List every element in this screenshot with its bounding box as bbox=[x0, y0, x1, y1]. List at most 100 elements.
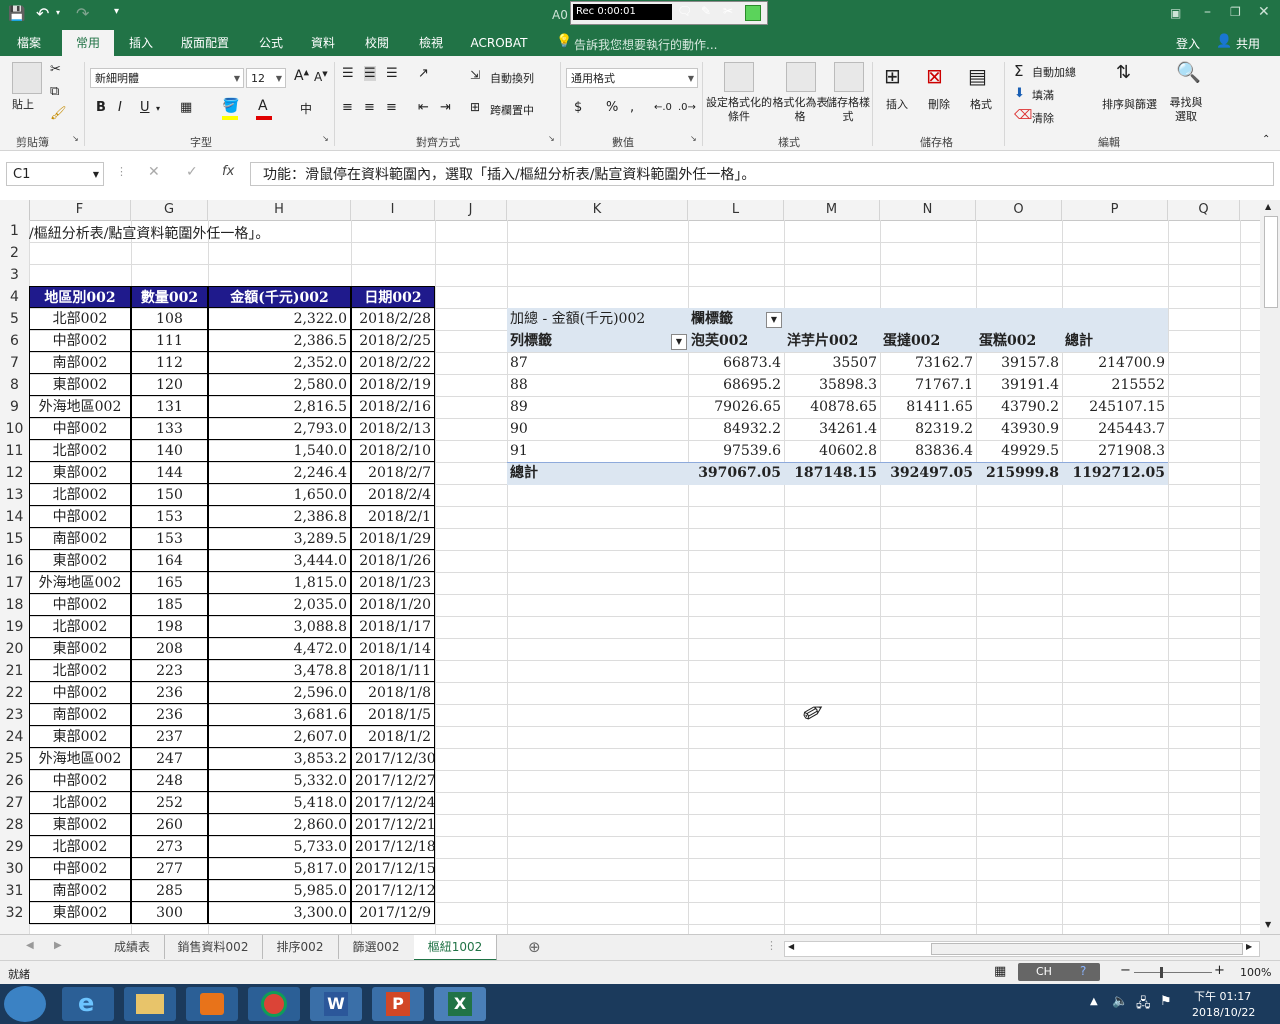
row-header[interactable]: 22 bbox=[0, 682, 29, 704]
customize-toolbar-icon[interactable]: ▾ bbox=[114, 6, 119, 17]
sheet-tab-pivot[interactable]: 樞紐1002 bbox=[414, 935, 497, 961]
word-icon[interactable]: W bbox=[310, 987, 362, 1021]
row-header[interactable]: 26 bbox=[0, 770, 29, 792]
format-table-button[interactable]: 格式化為表格 bbox=[772, 96, 828, 124]
align-left-icon[interactable]: ≡ bbox=[342, 100, 353, 115]
column-header-i[interactable]: I bbox=[351, 200, 435, 220]
column-header-h[interactable]: H bbox=[208, 200, 351, 220]
decrease-indent-icon[interactable]: ⇤ bbox=[418, 100, 429, 115]
align-top-icon[interactable]: ☰ bbox=[342, 66, 354, 81]
tab-acrobat[interactable]: ACROBAT bbox=[466, 30, 532, 56]
increase-indent-icon[interactable]: ⇥ bbox=[440, 100, 451, 115]
minimize-icon[interactable]: – bbox=[1204, 4, 1211, 20]
flag-icon[interactable]: ⚑ bbox=[1160, 994, 1172, 1009]
zoom-in-icon[interactable]: + bbox=[1214, 963, 1225, 978]
restore-icon[interactable]: ❐ bbox=[1230, 5, 1241, 19]
row-header[interactable]: 30 bbox=[0, 858, 29, 880]
next-sheet-icon[interactable]: ▶ bbox=[54, 940, 62, 951]
prev-sheet-icon[interactable]: ◀ bbox=[26, 940, 34, 951]
wrap-text-button[interactable]: 自動換列 bbox=[490, 70, 534, 86]
comment-icon[interactable]: 🗨 bbox=[677, 4, 692, 18]
row-header[interactable]: 7 bbox=[0, 352, 29, 374]
file-explorer-icon[interactable] bbox=[124, 987, 176, 1021]
confirm-entry-icon[interactable]: ✓ bbox=[186, 164, 198, 180]
column-header-f[interactable]: F bbox=[29, 200, 131, 220]
row-header[interactable]: 32 bbox=[0, 902, 29, 924]
zoom-slider-thumb[interactable] bbox=[1160, 967, 1163, 978]
number-launcher-icon[interactable]: ↘ bbox=[690, 134, 697, 143]
close-icon[interactable]: ✕ bbox=[1258, 4, 1270, 20]
undo-dropdown-icon[interactable]: ▾ bbox=[56, 8, 60, 17]
share-button[interactable]: 共用 bbox=[1236, 35, 1260, 52]
scissors-icon[interactable]: ✂ bbox=[723, 4, 733, 18]
tab-file[interactable]: 檔案 bbox=[6, 30, 52, 56]
clear-button[interactable]: 清除 bbox=[1032, 110, 1054, 126]
align-center-icon[interactable]: ≡ bbox=[364, 100, 375, 115]
row-header[interactable]: 20 bbox=[0, 638, 29, 660]
collapse-ribbon-icon[interactable]: ⌃ bbox=[1262, 134, 1270, 145]
column-header-q[interactable]: Q bbox=[1168, 200, 1240, 220]
save-icon[interactable]: 💾 bbox=[8, 6, 25, 22]
fill-color-icon[interactable]: 🪣 bbox=[222, 98, 239, 114]
sheet-tab-sales-data[interactable]: 銷售資料002 bbox=[164, 935, 263, 959]
align-right-icon[interactable]: ≡ bbox=[386, 100, 397, 115]
font-launcher-icon[interactable]: ↘ bbox=[322, 134, 329, 143]
delete-cells-button[interactable]: 刪除 bbox=[928, 96, 950, 112]
column-header-p[interactable]: P bbox=[1062, 200, 1168, 220]
fill-button[interactable]: 填滿 bbox=[1032, 87, 1054, 103]
phonetic-icon[interactable]: 中 bbox=[300, 100, 312, 117]
find-select-button[interactable]: 尋找與選取 bbox=[1168, 96, 1204, 124]
row-header[interactable]: 1 bbox=[0, 220, 29, 242]
row-header[interactable]: 29 bbox=[0, 836, 29, 858]
align-middle-icon[interactable]: ☰ bbox=[364, 66, 376, 81]
normal-view-icon[interactable]: ▦ bbox=[994, 964, 1006, 979]
font-color-icon[interactable]: A bbox=[258, 98, 268, 114]
column-header-o[interactable]: O bbox=[976, 200, 1062, 220]
network-icon[interactable]: 🖧 bbox=[1136, 994, 1151, 1016]
row-header[interactable]: 27 bbox=[0, 792, 29, 814]
row-header[interactable]: 16 bbox=[0, 550, 29, 572]
border-icon[interactable]: ▦ bbox=[180, 100, 192, 115]
format-cells-button[interactable]: 格式 bbox=[970, 96, 992, 112]
cell-grid[interactable]: /樞紐分析表/點宣資料範圍外任一格」。 地區別002 數量002 金額(千元)002… bbox=[29, 220, 1260, 934]
tab-page-layout[interactable]: 版面配置 bbox=[172, 30, 238, 56]
row-header[interactable]: 28 bbox=[0, 814, 29, 836]
start-button-icon[interactable] bbox=[4, 986, 46, 1022]
row-header[interactable]: 9 bbox=[0, 396, 29, 418]
horizontal-scroll-thumb[interactable] bbox=[931, 943, 1243, 955]
merge-center-button[interactable]: 跨欄置中 bbox=[490, 102, 534, 118]
row-header[interactable]: 11 bbox=[0, 440, 29, 462]
row-header[interactable]: 12 bbox=[0, 462, 29, 484]
internet-explorer-icon[interactable]: e bbox=[62, 987, 114, 1021]
merge-icon[interactable]: ⊞ bbox=[470, 100, 480, 114]
column-header-g[interactable]: G bbox=[131, 200, 208, 220]
clock-date[interactable]: 2018/10/22 bbox=[1192, 1006, 1255, 1019]
alignment-launcher-icon[interactable]: ↘ bbox=[548, 134, 555, 143]
tab-formulas[interactable]: 公式 bbox=[248, 30, 294, 56]
currency-button[interactable]: $ bbox=[574, 100, 582, 115]
underline-button[interactable]: U bbox=[140, 100, 150, 115]
ime-help-icon[interactable]: ? bbox=[1080, 964, 1086, 978]
increase-decimal-icon[interactable]: ←.0 bbox=[654, 102, 672, 113]
row-header[interactable]: 13 bbox=[0, 484, 29, 506]
orientation-icon[interactable]: ↗ bbox=[418, 66, 429, 81]
tray-expand-icon[interactable]: ▲ bbox=[1090, 996, 1098, 1007]
grow-font-icon[interactable]: A▲ bbox=[294, 68, 309, 84]
powerpoint-icon[interactable]: P bbox=[372, 987, 424, 1021]
row-header[interactable]: 10 bbox=[0, 418, 29, 440]
decrease-decimal-icon[interactable]: .0→ bbox=[678, 102, 696, 113]
row-header[interactable]: 31 bbox=[0, 880, 29, 902]
column-header-l[interactable]: L bbox=[688, 200, 784, 220]
add-sheet-icon[interactable]: ⊕ bbox=[528, 938, 541, 956]
clipboard-launcher-icon[interactable]: ↘ bbox=[72, 134, 79, 143]
cancel-entry-icon[interactable]: ✕ bbox=[148, 164, 160, 180]
cut-icon[interactable]: ✂ bbox=[50, 62, 61, 77]
font-name-combo[interactable]: 新細明體 ▼ bbox=[90, 68, 244, 88]
select-all-corner[interactable] bbox=[0, 200, 30, 220]
paste-button[interactable]: 貼上 bbox=[12, 96, 34, 112]
scroll-right-icon[interactable]: ▶ bbox=[1246, 942, 1252, 951]
tab-view[interactable]: 檢視 bbox=[408, 30, 454, 56]
horizontal-scrollbar[interactable]: ◀ ▶ bbox=[784, 941, 1260, 957]
format-painter-icon[interactable]: 🖌 bbox=[50, 106, 67, 121]
percent-button[interactable]: % bbox=[606, 100, 618, 115]
